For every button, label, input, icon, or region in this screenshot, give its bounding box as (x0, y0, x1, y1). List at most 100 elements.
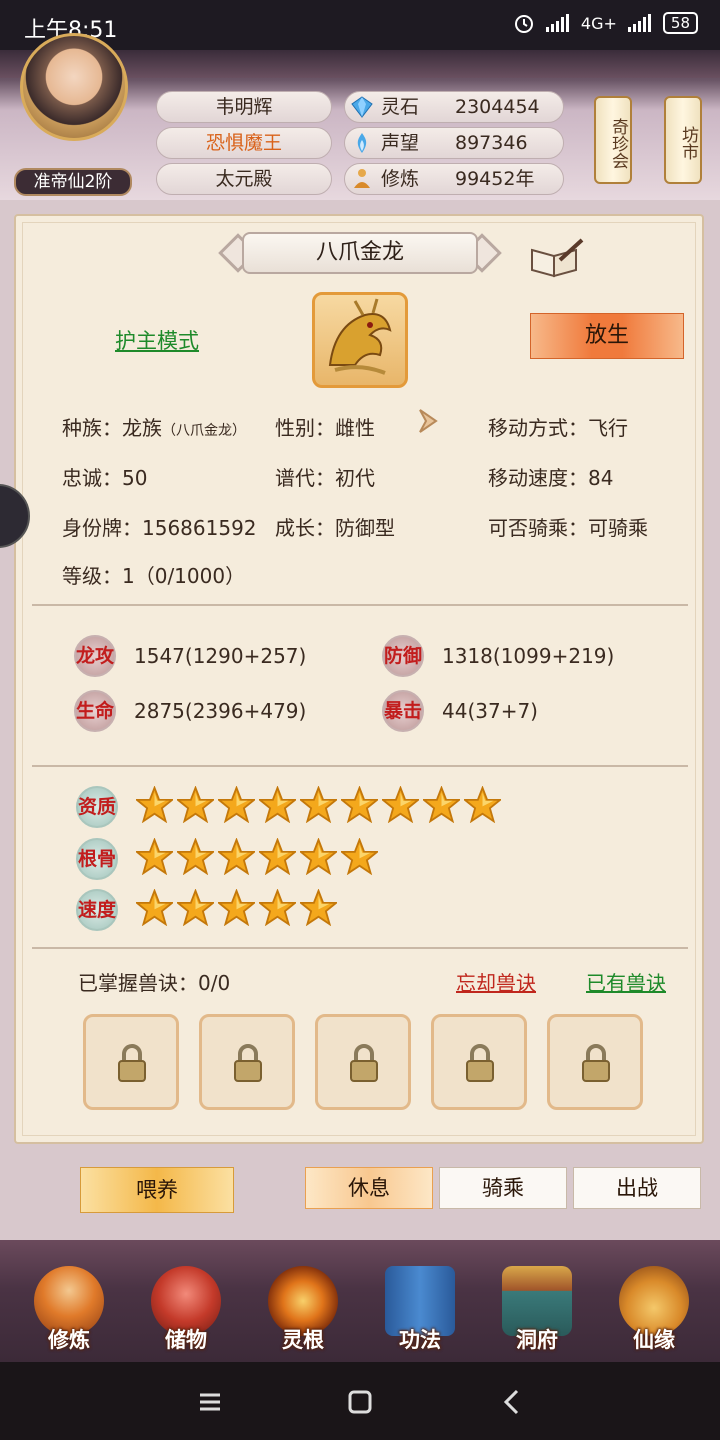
attr-gender: 性别：雌性 (275, 416, 375, 440)
pet-portrait[interactable] (312, 292, 408, 388)
nav-cave-abode[interactable]: 洞府 (482, 1240, 592, 1362)
release-button[interactable]: 放生 (530, 313, 684, 359)
attr-race: 种族：龙族（八爪金龙） (62, 416, 246, 440)
player-name: 韦明辉 (156, 91, 332, 123)
attr-generation: 谱代：初代 (275, 466, 375, 490)
star-icon (298, 785, 339, 824)
star-icon (339, 837, 380, 876)
attr-id-tag: 身份牌：156861592 (62, 516, 257, 540)
stat-defense-value: 1318(1099+219) (442, 644, 615, 668)
star-icon (257, 785, 298, 824)
nav-spirit-root[interactable]: 灵根 (248, 1240, 358, 1362)
system-nav-bar (0, 1362, 720, 1440)
guard-mode-link[interactable]: 护主模式 (115, 325, 199, 355)
star-icon (175, 785, 216, 824)
nav-cultivate[interactable]: 修炼 (14, 1240, 124, 1362)
divider (32, 947, 688, 949)
attr-growth: 成长：防御型 (275, 516, 395, 540)
market-scroll[interactable]: 坊市 (664, 96, 702, 184)
divider (32, 765, 688, 767)
attr-rideable: 可否骑乘：可骑乘 (488, 516, 648, 540)
stat-badge-attack: 龙攻 (74, 635, 116, 677)
star-icon (216, 837, 257, 876)
treasure-auction-scroll[interactable]: 奇珍会 (594, 96, 632, 184)
dragon-icon (328, 298, 392, 375)
star-icon (298, 837, 339, 876)
feed-button[interactable]: 喂养 (80, 1167, 234, 1213)
lock-icon (118, 1044, 146, 1082)
pet-name: 八爪金龙 (315, 240, 404, 265)
star-icon (257, 888, 298, 927)
flame-icon (357, 133, 367, 153)
skill-slot[interactable] (547, 1014, 643, 1110)
stat-attack-value: 1547(1290+257) (134, 644, 307, 668)
battery-indicator: 58 (662, 12, 698, 34)
rest-button[interactable]: 休息 (305, 1167, 433, 1209)
player-sect: 太元殿 (156, 163, 332, 195)
attr-move-mode: 移动方式：飞行 (488, 416, 628, 440)
star-icon (216, 888, 257, 927)
player-title[interactable]: 恐惧魔王 (156, 127, 332, 159)
lock-icon (350, 1044, 378, 1082)
lock-icon (234, 1044, 262, 1082)
realm-badge: 准帝仙2阶 (14, 168, 132, 196)
nav-techniques[interactable]: 功法 (365, 1240, 475, 1362)
quality-badge-bone: 根骨 (76, 838, 118, 880)
star-icon (257, 837, 298, 876)
stars-bone (134, 837, 380, 876)
stat-badge-crit: 暴击 (382, 690, 424, 732)
mastered-skills: 已掌握兽诀：0/0 (78, 971, 231, 995)
back-icon[interactable] (492, 1382, 532, 1422)
stat-badge-hp: 生命 (74, 690, 116, 732)
signal-icon-2 (627, 14, 651, 32)
attr-loyalty: 忠诚：50 (62, 466, 148, 490)
stat-badge-defense: 防御 (382, 635, 424, 677)
menu-icon[interactable] (190, 1382, 230, 1422)
resource-cultivation: 修炼 99452年 (344, 163, 564, 195)
player-avatar[interactable] (20, 33, 128, 141)
network-type: 4G+ (580, 13, 617, 33)
star-icon (134, 785, 175, 824)
nav-destiny[interactable]: 仙缘 (599, 1240, 709, 1362)
stars-aptitude (134, 785, 503, 824)
star-icon (175, 837, 216, 876)
skill-slot[interactable] (83, 1014, 179, 1110)
star-icon (421, 785, 462, 824)
star-icon (462, 785, 503, 824)
bottom-nav: 修炼 储物 灵根 功法 洞府 仙缘 (0, 1240, 720, 1362)
lock-icon (582, 1044, 610, 1082)
resource-spirit-stone: 灵石 2304454 (344, 91, 564, 123)
arrow-right-icon[interactable] (412, 404, 446, 438)
quality-badge-aptitude: 资质 (76, 786, 118, 828)
skill-slot[interactable] (199, 1014, 295, 1110)
star-icon (380, 785, 421, 824)
star-icon (134, 837, 175, 876)
star-icon (298, 888, 339, 927)
star-icon (339, 785, 380, 824)
ride-button[interactable]: 骑乘 (439, 1167, 567, 1209)
battle-button[interactable]: 出战 (573, 1167, 701, 1209)
attr-move-speed: 移动速度：84 (488, 466, 614, 490)
resource-reputation: 声望 897346 (344, 127, 564, 159)
stars-speed (134, 888, 339, 927)
quality-badge-speed: 速度 (76, 889, 118, 931)
skill-slot[interactable] (431, 1014, 527, 1110)
status-bar: 上午8:51 4G+ 58 (0, 0, 720, 50)
skill-slot[interactable] (315, 1014, 411, 1110)
lock-icon (466, 1044, 494, 1082)
divider (32, 604, 688, 606)
stat-crit-value: 44(37+7) (442, 699, 538, 723)
star-icon (134, 888, 175, 927)
book-quill-icon[interactable] (530, 238, 584, 278)
stat-hp-value: 2875(2396+479) (134, 699, 307, 723)
attr-level: 等级：1（0/1000） (62, 564, 246, 588)
star-icon (175, 888, 216, 927)
home-icon[interactable] (340, 1382, 380, 1422)
owned-skills-link[interactable]: 已有兽诀 (586, 967, 666, 996)
pet-name-plate: 八爪金龙 (218, 230, 502, 276)
nav-storage[interactable]: 储物 (131, 1240, 241, 1362)
signal-icon (545, 14, 569, 32)
gem-icon (351, 96, 373, 118)
alarm-icon (514, 15, 533, 33)
forget-skill-link[interactable]: 忘却兽诀 (456, 967, 536, 996)
